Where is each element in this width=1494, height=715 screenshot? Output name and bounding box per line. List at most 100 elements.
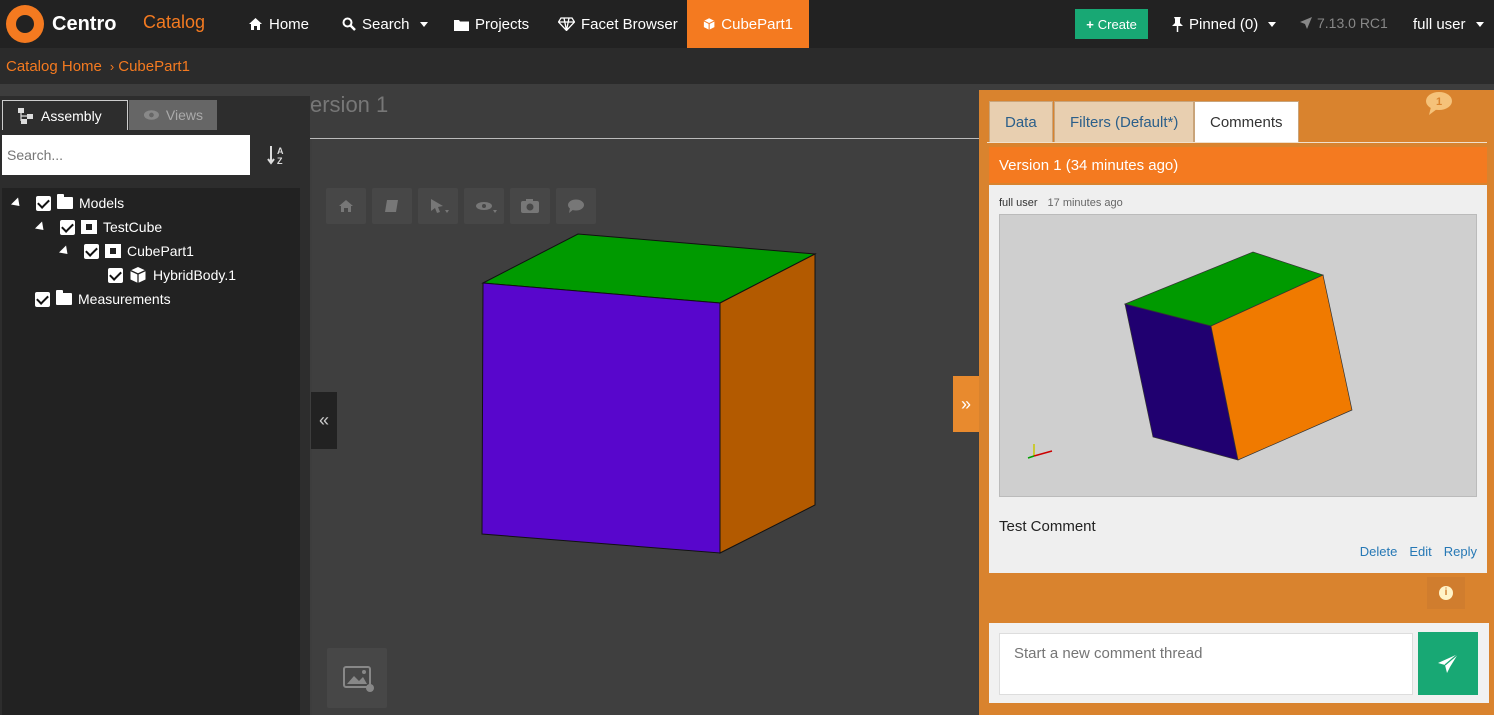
comment-meta: full user 17 minutes ago: [999, 197, 1123, 209]
left-panel: Assembly Views AZ Models TestCube CubePa…: [0, 96, 310, 715]
nav-search[interactable]: Search: [342, 0, 428, 48]
tab-filters[interactable]: Filters (Default*): [1054, 101, 1195, 143]
nav-facet-browser[interactable]: Facet Browser: [558, 0, 678, 48]
chevron-down-icon: [419, 21, 428, 27]
double-chevron-right-icon: »: [960, 393, 971, 414]
tree-item-measurements[interactable]: Measurements: [35, 287, 171, 311]
cube-icon: [130, 267, 146, 283]
pinned-label: Pinned (0): [1189, 15, 1259, 33]
tab-data[interactable]: Data: [989, 101, 1053, 143]
sort-alpha-icon[interactable]: AZ: [262, 144, 292, 168]
svg-text:1: 1: [1436, 96, 1442, 108]
tree-item-testcube[interactable]: TestCube: [34, 215, 163, 239]
eye-icon: [476, 202, 497, 213]
info-button[interactable]: i: [1427, 577, 1465, 609]
checkbox[interactable]: [60, 219, 75, 235]
chevron-down-icon: [1268, 21, 1277, 27]
expand-arrow-icon[interactable]: [34, 220, 48, 234]
location-arrow-icon: [1300, 17, 1312, 29]
snapshot-button[interactable]: [510, 188, 550, 224]
tree-item-hybridbody[interactable]: HybridBody.1: [108, 263, 236, 287]
tree-item-cubepart1[interactable]: CubePart1: [58, 239, 194, 263]
centro-logo: [6, 5, 44, 43]
cursor-icon: [431, 199, 449, 213]
cube-side-face: [719, 253, 816, 554]
comment-bubble-icon[interactable]: 1: [1424, 90, 1454, 116]
expand-arrow-icon[interactable]: [58, 244, 72, 258]
user-menu[interactable]: full user: [1413, 0, 1484, 48]
cube-front-face: [481, 282, 721, 554]
breadcrumb-home[interactable]: Catalog Home: [6, 58, 102, 75]
eye-icon: [143, 110, 159, 120]
catalog-link[interactable]: Catalog: [143, 12, 205, 33]
assembly-icon: [18, 107, 33, 124]
select-tool-button[interactable]: [418, 188, 458, 224]
search-icon: [342, 17, 356, 31]
tab-comments[interactable]: Comments: [1194, 101, 1299, 143]
plus-icon: +: [1086, 16, 1094, 32]
home-view-button[interactable]: [326, 188, 366, 224]
comment-card: full user 17 minutes ago Test Comment De…: [989, 185, 1487, 573]
assembly-tree: Models TestCube CubePart1 HybridBody.1 M…: [2, 188, 300, 715]
comment-actions: Delete Edit Reply: [1360, 544, 1477, 559]
breadcrumb: Catalog Home › CubePart1: [0, 48, 1494, 84]
nav-search-label: Search: [362, 15, 410, 33]
nav-projects-label: Projects: [475, 15, 530, 33]
nav-home[interactable]: Home: [248, 0, 309, 48]
delete-link[interactable]: Delete: [1360, 544, 1398, 559]
checkbox[interactable]: [108, 267, 123, 283]
create-button[interactable]: + Create: [1075, 9, 1148, 39]
cube-model[interactable]: [470, 225, 830, 565]
comments-toggle-button[interactable]: [556, 188, 596, 224]
snapshot-gallery-button[interactable]: [327, 648, 387, 708]
view-mode-button[interactable]: [464, 188, 504, 224]
expand-arrow-icon[interactable]: [10, 196, 24, 210]
tab-divider: [987, 142, 1487, 143]
new-thread-box: [989, 623, 1489, 703]
camera-icon: [521, 199, 539, 213]
app-version: 7.13.0 RC1: [1300, 15, 1388, 31]
page-title: ersion 1: [310, 92, 389, 117]
assembly-part-icon: [105, 244, 121, 258]
tree-item-label: Models: [79, 195, 125, 211]
create-button-label: Create: [1097, 16, 1137, 32]
tree-search-input[interactable]: [2, 135, 250, 175]
collapse-left-panel-button[interactable]: «: [311, 392, 337, 449]
brand[interactable]: Centro: [6, 5, 116, 43]
top-navbar: Centro Catalog Home Search Projects Face…: [0, 0, 1494, 48]
comment-text: Test Comment: [999, 518, 1096, 535]
checkbox[interactable]: [35, 291, 50, 307]
brand-name: Centro: [52, 12, 117, 35]
tree-item-label: HybridBody.1: [153, 267, 237, 283]
tree-item-models[interactable]: Models: [10, 191, 125, 215]
nav-tab-cubepart1-label: CubePart1: [721, 15, 793, 33]
send-button[interactable]: [1418, 632, 1478, 695]
reply-link[interactable]: Reply: [1444, 544, 1477, 559]
comments-icon: [568, 199, 584, 213]
nav-home-label: Home: [269, 15, 310, 33]
svg-text:Z: Z: [277, 156, 283, 166]
breadcrumb-current[interactable]: CubePart1: [118, 58, 190, 75]
pinned-dropdown[interactable]: Pinned (0): [1172, 0, 1277, 48]
model-tree-button[interactable]: [372, 188, 412, 224]
edit-link[interactable]: Edit: [1409, 544, 1431, 559]
nav-projects[interactable]: Projects: [454, 0, 529, 48]
collapse-right-panel-button[interactable]: »: [953, 376, 979, 432]
checkbox[interactable]: [36, 195, 51, 211]
nav-tab-cubepart1[interactable]: CubePart1: [687, 0, 809, 48]
diamond-icon: [558, 17, 575, 31]
comment-snapshot[interactable]: [999, 214, 1477, 497]
tab-assembly[interactable]: Assembly: [2, 100, 128, 130]
tab-views[interactable]: Views: [129, 100, 217, 130]
viewer-toolbar: [326, 188, 596, 224]
info-icon: i: [1439, 586, 1453, 600]
tree-item-label: TestCube: [103, 219, 163, 235]
comment-time: 17 minutes ago: [1047, 197, 1123, 209]
folder-icon: [56, 290, 72, 305]
cube-icon: [703, 18, 715, 30]
new-comment-input[interactable]: [999, 633, 1413, 695]
folder-icon: [454, 19, 469, 31]
pin-icon: [1172, 16, 1183, 32]
version-header[interactable]: Version 1 (34 minutes ago): [989, 147, 1487, 183]
checkbox[interactable]: [84, 243, 99, 259]
